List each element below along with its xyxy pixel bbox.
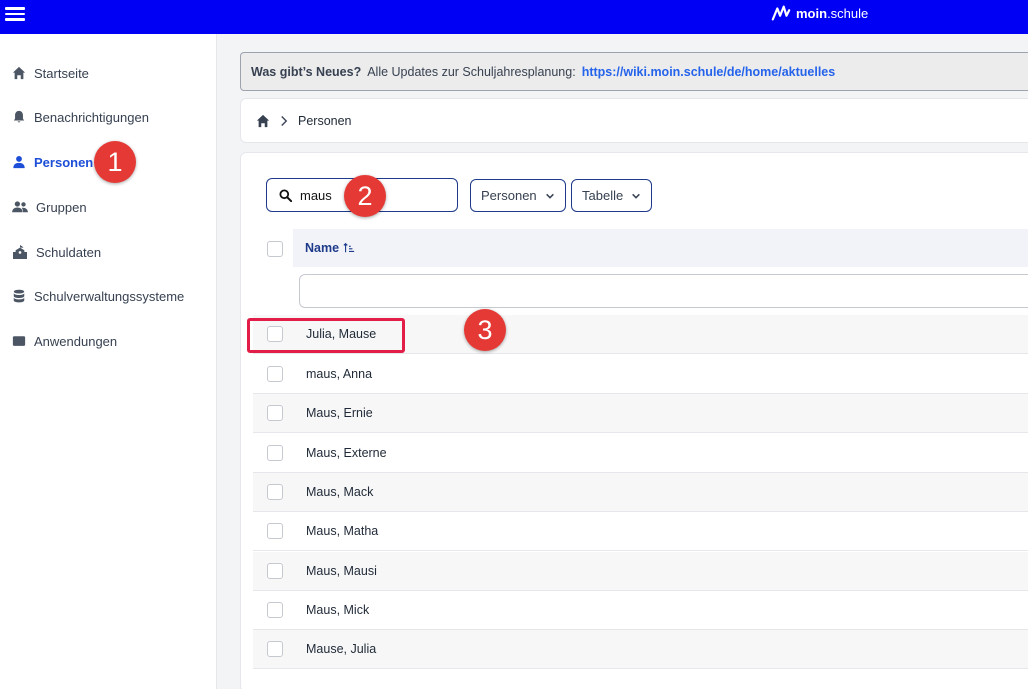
select-all-checkbox[interactable] xyxy=(267,241,283,257)
row-name: Maus, Matha xyxy=(306,524,379,538)
sidebar-item-label: Schulverwaltungssysteme xyxy=(34,288,185,304)
sidebar: Startseite Benachrichtigungen Personen G… xyxy=(0,34,217,689)
sidebar-item-label: Schuldaten xyxy=(36,244,102,260)
row-checkbox[interactable] xyxy=(267,523,283,539)
sidebar-item-schulverwaltungssysteme[interactable]: Schulverwaltungssysteme xyxy=(12,285,184,307)
table-row[interactable]: Maus, Mack xyxy=(253,473,1028,512)
table-row[interactable]: Maus, Externe xyxy=(253,434,1028,473)
view-label: Tabelle xyxy=(582,188,624,203)
search-icon xyxy=(279,188,292,202)
row-name: Maus, Ernie xyxy=(306,406,373,420)
table-row[interactable]: Maus, Matha xyxy=(253,512,1028,551)
brand-logo[interactable]: moin.schule xyxy=(770,2,868,24)
home-icon[interactable] xyxy=(256,114,270,128)
row-name: maus, Anna xyxy=(306,367,373,381)
step-badge-2: 2 xyxy=(344,175,386,217)
users-icon xyxy=(12,201,28,213)
chevron-right-icon xyxy=(281,115,288,126)
window-icon xyxy=(12,336,26,346)
row-checkbox[interactable] xyxy=(267,445,283,461)
chevron-down-icon xyxy=(545,193,554,199)
menu-icon[interactable] xyxy=(5,4,25,22)
column-header-name[interactable]: Name xyxy=(305,241,339,255)
row-checkbox[interactable] xyxy=(267,641,283,657)
chevron-down-icon xyxy=(632,193,641,199)
row-checkbox[interactable] xyxy=(267,366,283,382)
row-name: Maus, Mack xyxy=(306,485,374,499)
sidebar-item-schuldaten[interactable]: Schuldaten xyxy=(12,241,101,263)
news-banner: Was gibt’s Neues? Alle Updates zur Schul… xyxy=(240,52,1028,91)
table-row[interactable]: Maus, Ernie xyxy=(253,394,1028,433)
row-checkbox[interactable] xyxy=(267,405,283,421)
row-name: Maus, Mausi xyxy=(306,564,377,578)
sidebar-item-anwendungen[interactable]: Anwendungen xyxy=(12,330,117,352)
table-header: Name xyxy=(293,229,1028,267)
row-name: Maus, Mick xyxy=(306,603,370,617)
breadcrumb: Personen xyxy=(240,98,1028,143)
sidebar-item-gruppen[interactable]: Gruppen xyxy=(12,196,87,218)
type-filter-dropdown[interactable]: Personen xyxy=(470,179,566,212)
brand-name-bold: moin xyxy=(796,5,828,21)
breadcrumb-current: Personen xyxy=(298,113,352,128)
name-filter-input[interactable] xyxy=(299,274,1028,308)
table-row[interactable]: Maus, Mick xyxy=(253,591,1028,630)
person-icon xyxy=(13,156,25,169)
news-title: Was gibt’s Neues? xyxy=(251,64,362,79)
table-row[interactable]: Mause, Julia xyxy=(253,630,1028,669)
sidebar-item-startseite[interactable]: Startseite xyxy=(12,62,89,84)
row-checkbox[interactable] xyxy=(267,484,283,500)
sidebar-item-benachrichtigungen[interactable]: Benachrichtigungen xyxy=(12,106,149,128)
row-checkbox[interactable] xyxy=(267,563,283,579)
moin-logo-icon xyxy=(771,5,791,21)
step-badge-3: 3 xyxy=(464,309,506,351)
step-badge-1: 1 xyxy=(94,141,136,183)
sidebar-item-label: Gruppen xyxy=(36,199,87,215)
sidebar-item-label: Startseite xyxy=(34,65,89,81)
sort-ascending-icon[interactable] xyxy=(343,242,355,254)
sidebar-item-label: Benachrichtigungen xyxy=(34,109,149,125)
type-filter-label: Personen xyxy=(481,188,537,203)
table-row[interactable]: maus, Anna xyxy=(253,355,1028,394)
view-dropdown[interactable]: Tabelle xyxy=(571,179,653,212)
row-name: Maus, Externe xyxy=(306,446,387,460)
home-icon xyxy=(12,66,26,80)
row-name: Mause, Julia xyxy=(306,642,377,656)
highlight-box xyxy=(247,318,405,353)
news-link[interactable]: https://wiki.moin.schule/de/home/aktuell… xyxy=(582,65,836,79)
row-checkbox[interactable] xyxy=(267,602,283,618)
sidebar-item-personen[interactable]: Personen xyxy=(12,151,93,173)
database-icon xyxy=(13,289,25,303)
table-row[interactable]: Maus, Mausi xyxy=(253,552,1028,591)
news-text: Alle Updates zur Schuljahresplanung: xyxy=(367,64,576,79)
brand-name-rest: .schule xyxy=(827,5,869,21)
school-icon xyxy=(13,245,27,259)
bell-icon xyxy=(13,110,25,123)
top-bar: moin.schule xyxy=(0,0,1028,34)
sidebar-item-label: Anwendungen xyxy=(34,333,118,349)
sidebar-item-label: Personen xyxy=(34,154,94,170)
